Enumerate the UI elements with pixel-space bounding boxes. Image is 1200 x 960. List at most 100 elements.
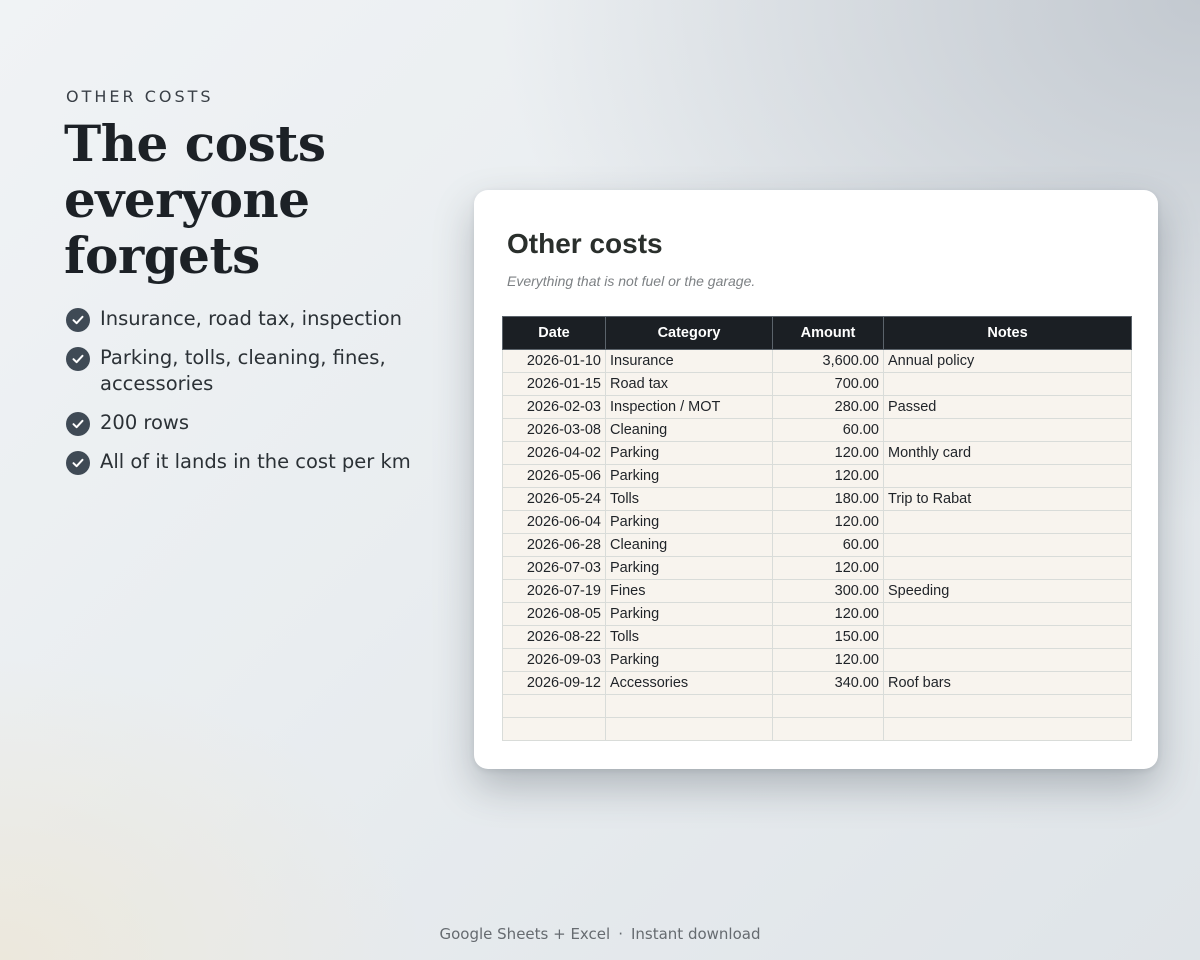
date-cell[interactable]: 2026-09-12: [502, 671, 606, 695]
date-cell[interactable]: 2026-02-03: [502, 395, 606, 419]
sheet-title: Other costs: [507, 228, 663, 259]
amount-cell[interactable]: 120.00: [772, 602, 884, 626]
category-cell[interactable]: [605, 694, 773, 718]
amount-cell[interactable]: 700.00: [772, 372, 884, 396]
date-cell[interactable]: 2026-04-02: [502, 441, 606, 465]
feature-list: Insurance, road tax, inspection Parking,…: [66, 306, 426, 488]
date-cell[interactable]: 2026-05-06: [502, 464, 606, 488]
table-row: [502, 694, 1132, 718]
table-row: 2026-05-24 Tolls 180.00 Trip to Rabat: [502, 487, 1132, 511]
amount-cell[interactable]: 120.00: [772, 464, 884, 488]
date-cell[interactable]: 2026-01-15: [502, 372, 606, 396]
notes-cell[interactable]: Annual policy: [883, 349, 1132, 373]
notes-cell[interactable]: [883, 418, 1132, 442]
date-cell[interactable]: [502, 717, 606, 741]
date-cell[interactable]: 2026-03-08: [502, 418, 606, 442]
date-cell[interactable]: 2026-07-19: [502, 579, 606, 603]
category-cell[interactable]: Inspection / MOT: [605, 395, 773, 419]
notes-cell[interactable]: [883, 625, 1132, 649]
category-cell[interactable]: Cleaning: [605, 533, 773, 557]
notes-cell[interactable]: [883, 717, 1132, 741]
category-cell[interactable]: Tolls: [605, 625, 773, 649]
category-cell[interactable]: Parking: [605, 602, 773, 626]
table-row: 2026-08-05 Parking 120.00: [502, 602, 1132, 626]
amount-cell[interactable]: 60.00: [772, 418, 884, 442]
table-row: 2026-03-08 Cleaning 60.00: [502, 418, 1132, 442]
feature-item: Parking, tolls, cleaning, fines, accesso…: [66, 345, 426, 397]
page-headline: The costs everyone forgets: [64, 114, 326, 285]
feature-text: 200 rows: [100, 411, 190, 434]
category-cell[interactable]: Parking: [605, 441, 773, 465]
amount-cell[interactable]: 150.00: [772, 625, 884, 649]
column-header-amount[interactable]: Amount: [772, 316, 884, 350]
category-cell[interactable]: Parking: [605, 648, 773, 672]
footer: Google Sheets + Excel · Instant download: [0, 925, 1200, 943]
date-cell[interactable]: 2026-06-28: [502, 533, 606, 557]
feature-item: 200 rows: [66, 410, 426, 436]
category-cell[interactable]: Road tax: [605, 372, 773, 396]
amount-cell[interactable]: 120.00: [772, 510, 884, 534]
costs-table: Date Category Amount Notes 2026-01-10 Ins…: [502, 316, 1132, 741]
category-cell[interactable]: [605, 717, 773, 741]
category-cell[interactable]: Accessories: [605, 671, 773, 695]
footer-download-note: Instant download: [630, 925, 761, 943]
date-cell[interactable]: 2026-05-24: [502, 487, 606, 511]
spreadsheet-card: Other costs Everything that is not fuel …: [474, 190, 1158, 769]
notes-cell[interactable]: Speeding: [883, 579, 1132, 603]
column-header-category[interactable]: Category: [605, 316, 773, 350]
category-cell[interactable]: Tolls: [605, 487, 773, 511]
notes-cell[interactable]: [883, 648, 1132, 672]
amount-cell[interactable]: 120.00: [772, 648, 884, 672]
amount-cell[interactable]: 180.00: [772, 487, 884, 511]
notes-cell[interactable]: [883, 694, 1132, 718]
date-cell[interactable]: 2026-01-10: [502, 349, 606, 373]
notes-cell[interactable]: Monthly card: [883, 441, 1132, 465]
notes-cell[interactable]: [883, 372, 1132, 396]
amount-cell[interactable]: 280.00: [772, 395, 884, 419]
date-cell[interactable]: 2026-07-03: [502, 556, 606, 580]
feature-text: Parking, tolls, cleaning, fines, accesso…: [100, 346, 386, 395]
category-cell[interactable]: Fines: [605, 579, 773, 603]
notes-cell[interactable]: [883, 602, 1132, 626]
category-cell[interactable]: Parking: [605, 510, 773, 534]
column-header-date[interactable]: Date: [502, 316, 606, 350]
feature-text: Insurance, road tax, inspection: [100, 307, 403, 330]
date-cell[interactable]: 2026-06-04: [502, 510, 606, 534]
column-header-notes[interactable]: Notes: [883, 316, 1132, 350]
amount-cell[interactable]: [772, 717, 884, 741]
sheet-subtitle: Everything that is not fuel or the garag…: [507, 273, 756, 289]
check-circle-icon: [66, 347, 90, 371]
check-circle-icon: [66, 412, 90, 436]
category-cell[interactable]: Cleaning: [605, 418, 773, 442]
notes-cell[interactable]: Roof bars: [883, 671, 1132, 695]
amount-cell[interactable]: 340.00: [772, 671, 884, 695]
notes-cell[interactable]: [883, 510, 1132, 534]
category-cell[interactable]: Parking: [605, 464, 773, 488]
category-cell[interactable]: Parking: [605, 556, 773, 580]
table-row: 2026-09-12 Accessories 340.00 Roof bars: [502, 671, 1132, 695]
date-cell[interactable]: 2026-09-03: [502, 648, 606, 672]
amount-cell[interactable]: 300.00: [772, 579, 884, 603]
notes-cell[interactable]: [883, 533, 1132, 557]
notes-cell[interactable]: Passed: [883, 395, 1132, 419]
notes-cell[interactable]: [883, 464, 1132, 488]
notes-cell[interactable]: Trip to Rabat: [883, 487, 1132, 511]
amount-cell[interactable]: 3,600.00: [772, 349, 884, 373]
category-cell[interactable]: Insurance: [605, 349, 773, 373]
table-row: 2026-08-22 Tolls 150.00: [502, 625, 1132, 649]
date-cell[interactable]: 2026-08-22: [502, 625, 606, 649]
amount-cell[interactable]: [772, 694, 884, 718]
table-row: 2026-09-03 Parking 120.00: [502, 648, 1132, 672]
header-row: Date Category Amount Notes: [502, 316, 1132, 350]
table-row: 2026-01-15 Road tax 700.00: [502, 372, 1132, 396]
amount-cell[interactable]: 120.00: [772, 556, 884, 580]
eyebrow-label: OTHER COSTS: [66, 87, 214, 106]
date-cell[interactable]: [502, 694, 606, 718]
date-cell[interactable]: 2026-08-05: [502, 602, 606, 626]
footer-separator: ·: [618, 925, 623, 943]
amount-cell[interactable]: 120.00: [772, 441, 884, 465]
notes-cell[interactable]: [883, 556, 1132, 580]
table-row: 2026-07-19 Fines 300.00 Speeding: [502, 579, 1132, 603]
check-circle-icon: [66, 308, 90, 332]
amount-cell[interactable]: 60.00: [772, 533, 884, 557]
